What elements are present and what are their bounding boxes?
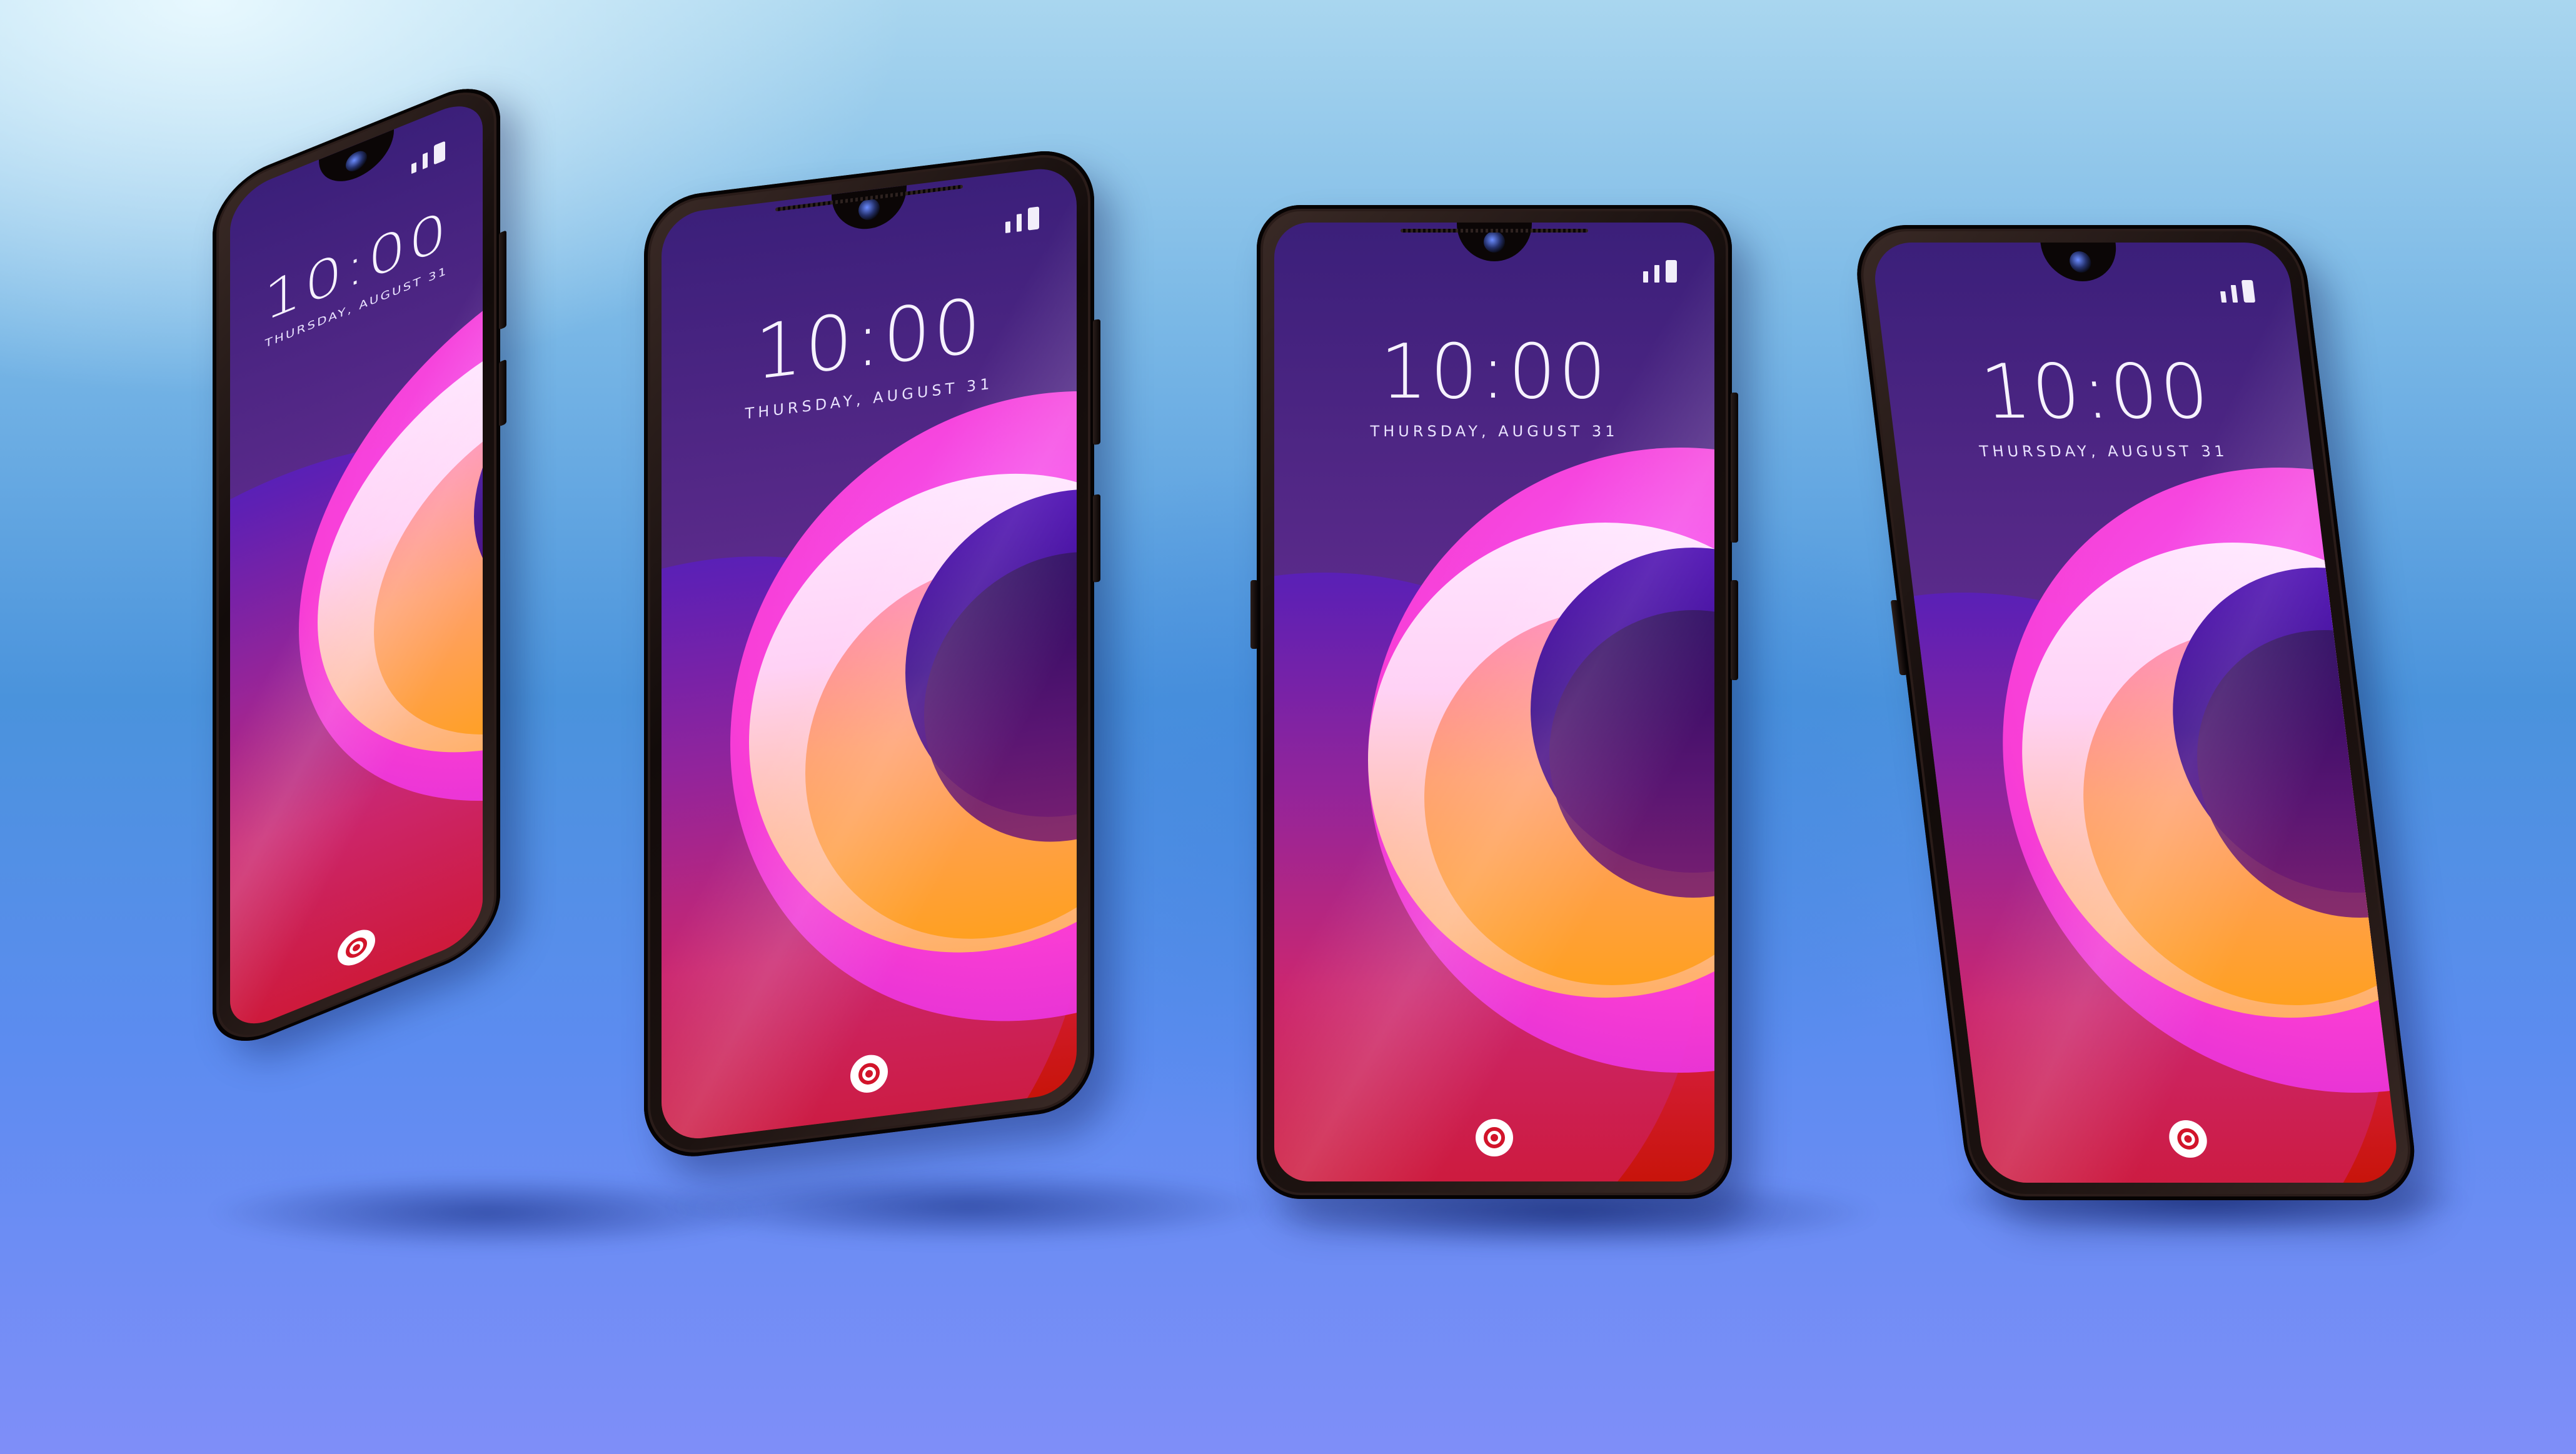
lock-screen: 10:00 THURSDAY, AUGUST 31 <box>230 93 483 1036</box>
lockscreen-clock: 10:00 <box>1976 349 2216 436</box>
front-camera-icon <box>1484 231 1505 253</box>
lock-screen: 10:00 THURSDAY, AUGUST 31 <box>1274 223 1714 1181</box>
phone-three-quarter: 10:00 THURSDAY, AUGUST 31 <box>644 144 1100 1163</box>
status-bar <box>1005 206 1039 234</box>
phone-frame: 10:00 THURSDAY, AUGUST 31 <box>1250 205 1738 1199</box>
phone-tilted: 10:00 THURSDAY, AUGUST 31 <box>1851 225 2421 1200</box>
signal-icon <box>2220 291 2227 303</box>
battery-icon <box>1028 206 1039 231</box>
phone-shadow <box>663 1169 1275 1244</box>
phone-front: 10:00 THURSDAY, AUGUST 31 <box>1250 205 1738 1199</box>
lock-screen: 10:00 THURSDAY, AUGUST 31 <box>662 164 1077 1143</box>
home-button-icon[interactable] <box>1476 1119 1513 1156</box>
front-camera-icon <box>346 148 367 175</box>
signal-icon <box>423 152 428 169</box>
phone-side-angle: 10:00 THURSDAY, AUGUST 31 <box>213 71 506 1059</box>
phone-frame: 10:00 THURSDAY, AUGUST 31 <box>644 144 1100 1163</box>
front-camera-icon <box>858 197 880 221</box>
front-camera-icon <box>2068 251 2093 273</box>
signal-icon <box>1643 271 1648 283</box>
battery-icon <box>1666 260 1677 283</box>
mockup-stage: 10:00 THURSDAY, AUGUST 31 10:00 THURSDAY… <box>0 0 2576 1454</box>
signal-icon <box>1005 221 1010 234</box>
status-bar <box>2219 280 2256 303</box>
bixby-button <box>1250 580 1258 649</box>
signal-icon <box>411 162 416 174</box>
lockscreen-date: THURSDAY, AUGUST 31 <box>1978 443 2229 460</box>
earpiece-speaker <box>1401 229 1588 233</box>
lock-screen: 10:00 THURSDAY, AUGUST 31 <box>1870 243 2402 1183</box>
volume-button <box>499 230 506 330</box>
power-button <box>1731 393 1738 543</box>
lockscreen-clock: 10:00 <box>1380 329 1609 416</box>
volume-button <box>1093 319 1100 445</box>
power-button <box>499 359 506 427</box>
volume-button <box>1731 580 1738 680</box>
status-bar <box>1643 260 1677 283</box>
signal-icon <box>1654 265 1659 283</box>
signal-icon <box>1017 213 1022 232</box>
volume-button <box>1890 600 1908 675</box>
lockscreen-date: THURSDAY, AUGUST 31 <box>1370 423 1619 440</box>
phone-frame: 10:00 THURSDAY, AUGUST 31 <box>213 71 506 1059</box>
signal-icon <box>2230 285 2238 303</box>
power-button <box>1093 494 1100 583</box>
phone-frame: 10:00 THURSDAY, AUGUST 31 <box>1851 225 2421 1200</box>
